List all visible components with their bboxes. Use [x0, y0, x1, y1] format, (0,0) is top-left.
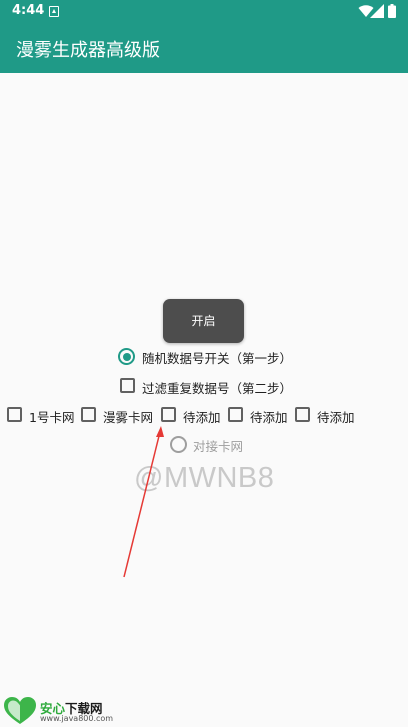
- annotation-arrow-icon: [123, 426, 164, 578]
- anxin-logo-icon: [4, 697, 36, 724]
- footer-site-url: www.java800.com: [40, 714, 114, 723]
